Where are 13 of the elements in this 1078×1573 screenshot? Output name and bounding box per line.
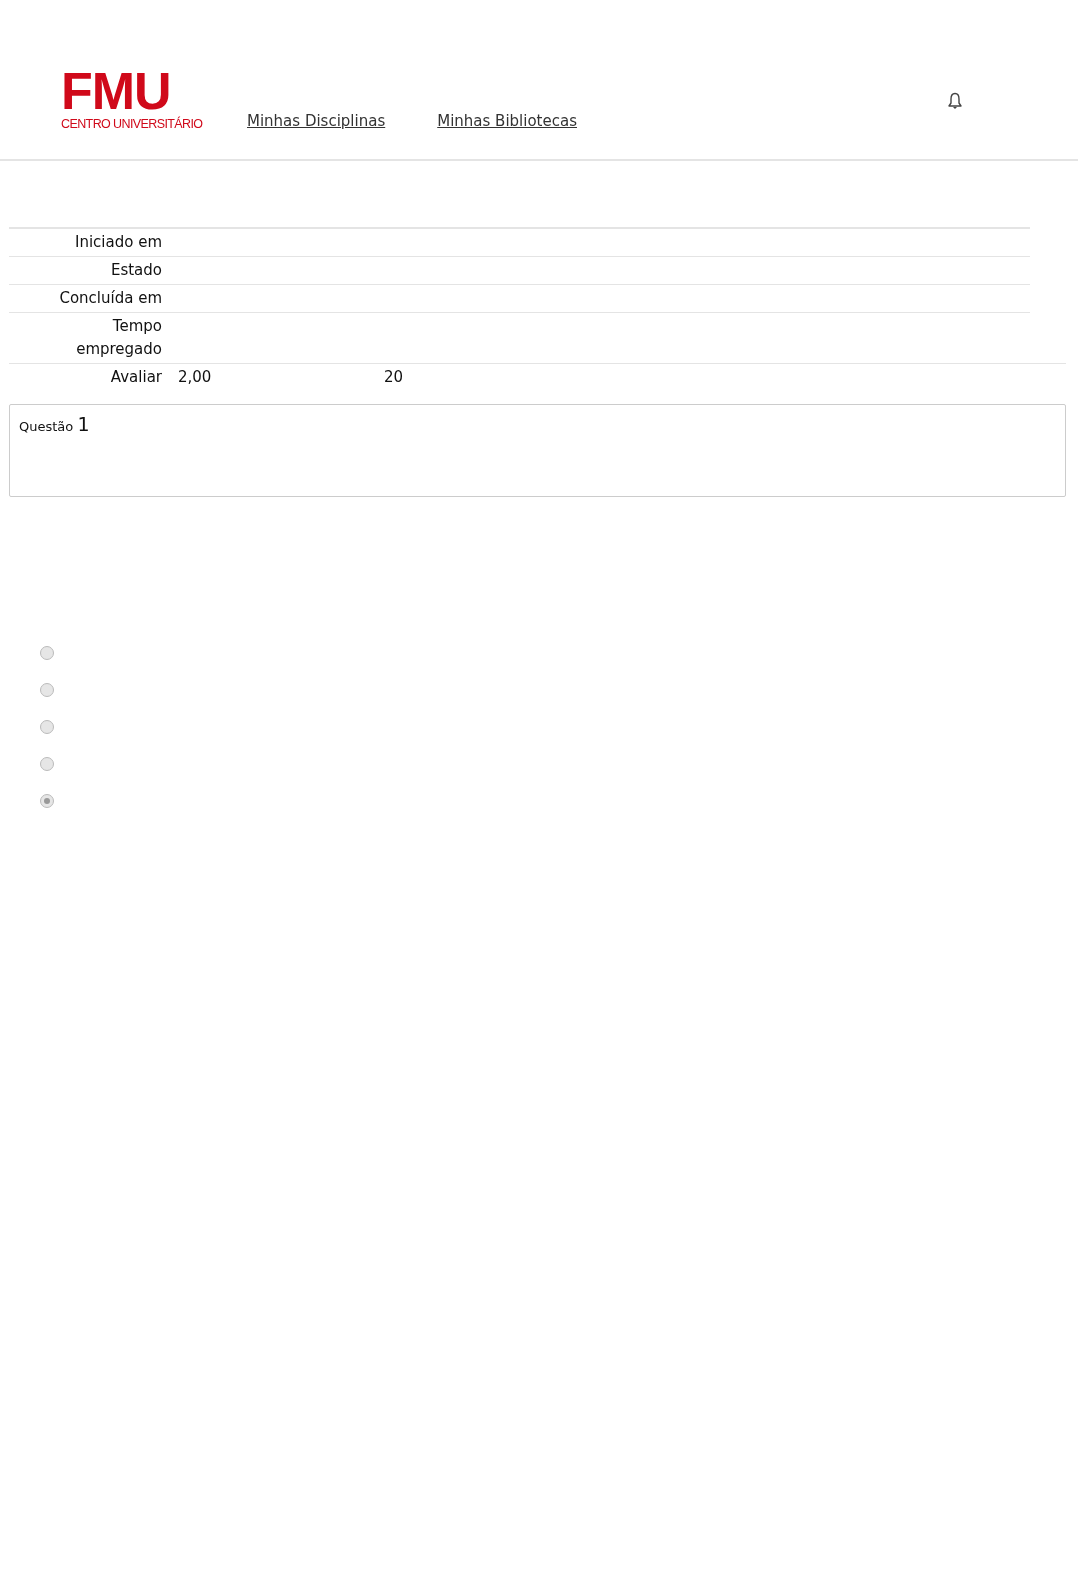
summary-value: 20 xyxy=(384,367,404,388)
nav-link[interactable]: Minhas Disciplinas xyxy=(247,112,386,130)
summary-label: Avaliar xyxy=(109,367,162,388)
question-label: Questão 1 xyxy=(19,413,90,435)
nav-link[interactable]: Minhas Bibliotecas xyxy=(437,112,577,130)
summary-value: 2,00 xyxy=(178,367,213,388)
logo-subtitle: CENTRO UNIVERSITÁRIO xyxy=(61,117,203,131)
logo-wordmark: FMU xyxy=(61,70,171,112)
summary-label: Concluída em xyxy=(58,288,162,309)
summary-label: Estado xyxy=(109,260,162,281)
summary-label: Iniciado em xyxy=(74,232,162,253)
summary-label: Tempo empregado xyxy=(75,316,162,360)
notification-bell-icon[interactable] xyxy=(947,92,963,110)
